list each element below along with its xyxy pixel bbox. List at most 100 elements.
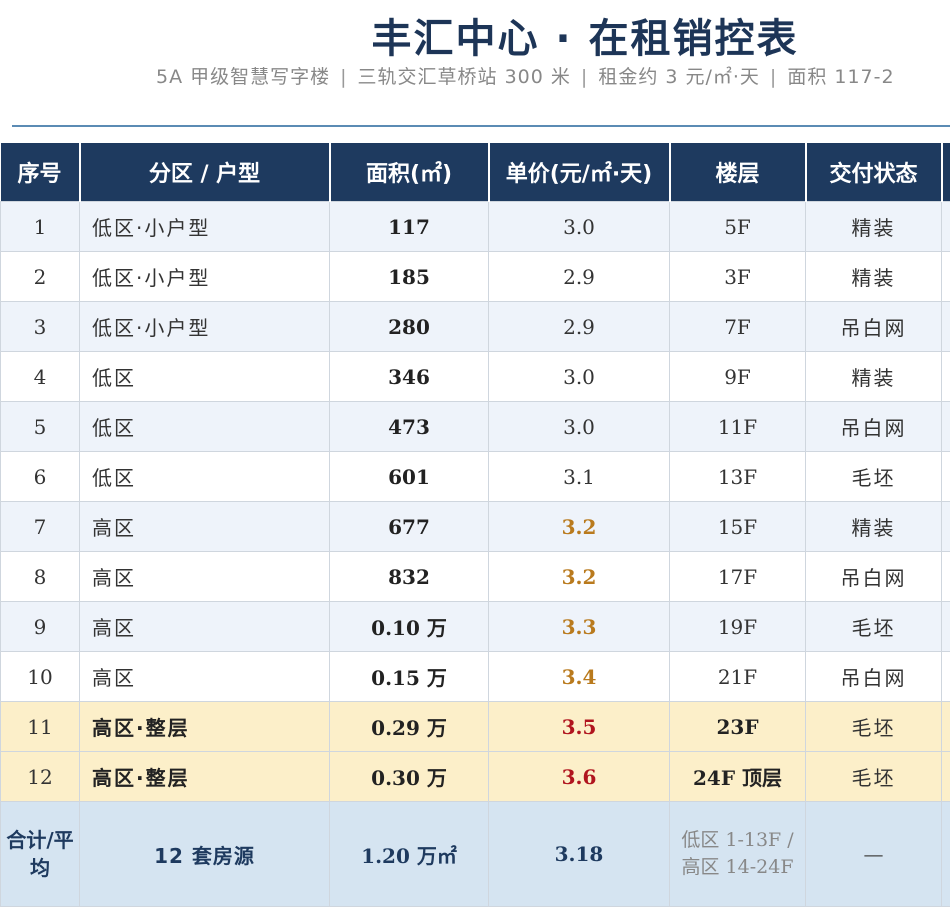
cell-price: 3.6: [488, 751, 670, 802]
table-row[interactable]: 9 高区 0.10 万 3.3 19F 毛坯: [0, 601, 950, 652]
cell-no: 4: [0, 351, 80, 402]
cell-no: 12: [0, 751, 80, 802]
cell-area: 346: [329, 351, 489, 402]
cell-floor: 11F: [669, 401, 806, 452]
cell-price: 3.0: [488, 201, 670, 252]
cell-zone: 低区: [79, 401, 330, 452]
cell-status: 吊白网: [805, 651, 942, 702]
cell-extra: [941, 451, 950, 502]
cell-status: 吊白网: [805, 401, 942, 452]
cell-extra: [941, 351, 950, 402]
cell-zone: 高区: [79, 651, 330, 702]
cell-zone: 高区: [79, 551, 330, 602]
cell-price: 3.2: [488, 501, 670, 552]
subtitle-rent: 租金约 3 元/㎡·天: [598, 66, 760, 88]
cell-extra: [941, 801, 950, 907]
col-header-area[interactable]: 面积(㎡): [329, 143, 490, 202]
cell-status: 吊白网: [805, 551, 942, 602]
subtitle-separator: |: [769, 66, 778, 88]
cell-price: 3.3: [488, 601, 670, 652]
cell-price: 3.1: [488, 451, 670, 502]
cell-area: 473: [329, 401, 489, 452]
table-row[interactable]: 8 高区 832 3.2 17F 吊白网: [0, 551, 950, 602]
cell-price: 2.9: [488, 251, 670, 302]
cell-status: 毛坯: [805, 451, 942, 502]
cell-area: 832: [329, 551, 489, 602]
page-subtitle: 5A 甲级智慧写字楼 | 三轨交汇草桥站 300 米 | 租金约 3 元/㎡·天 | 面积 …: [156, 62, 895, 89]
cell-area: 0.10 万: [329, 601, 489, 652]
cell-status: 毛坯: [805, 601, 942, 652]
col-header-price[interactable]: 单价(元/㎡·天): [488, 143, 671, 202]
listing-table: 序号 分区 / 户型 面积(㎡) 单价(元/㎡·天) 楼层 交付状态 1 低区·…: [0, 143, 950, 907]
cell-extra: [941, 651, 950, 702]
cell-extra: [941, 201, 950, 252]
cell-no: 5: [0, 401, 80, 452]
subtitle-area-range: 面积 117-2: [787, 66, 895, 88]
cell-status: 吊白网: [805, 301, 942, 352]
table-row[interactable]: 2 低区·小户型 185 2.9 3F 精装: [0, 251, 950, 302]
cell-floor: 5F: [669, 201, 806, 252]
cell-area: 280: [329, 301, 489, 352]
cell-zone: 高区: [79, 601, 330, 652]
cell-status: 精装: [805, 201, 942, 252]
table-row[interactable]: 7 高区 677 3.2 15F 精装: [0, 501, 950, 552]
cell-floor: 17F: [669, 551, 806, 602]
col-header-zone[interactable]: 分区 / 户型: [79, 143, 331, 202]
cell-floor: 3F: [669, 251, 806, 302]
cell-zone: 低区·小户型: [79, 301, 330, 352]
cell-status: 毛坯: [805, 701, 942, 752]
col-header-status[interactable]: 交付状态: [805, 143, 943, 202]
cell-area: 601: [329, 451, 489, 502]
cell-floor: 21F: [669, 651, 806, 702]
table-row-highlight[interactable]: 12 高区·整层 0.30 万 3.6 24F 顶层 毛坯: [0, 751, 950, 802]
col-header-no[interactable]: 序号: [0, 143, 81, 202]
col-header-extra: [941, 143, 950, 202]
cell-floor: 19F: [669, 601, 806, 652]
cell-area: 0.30 万: [329, 751, 489, 802]
cell-zone: 高区·整层: [79, 751, 330, 802]
cell-zone: 高区·整层: [79, 701, 330, 752]
total-area: 1.20 万㎡: [329, 801, 489, 907]
cell-extra: [941, 701, 950, 752]
cell-extra: [941, 501, 950, 552]
table-row-highlight[interactable]: 11 高区·整层 0.29 万 3.5 23F 毛坯: [0, 701, 950, 752]
cell-floor: 24F 顶层: [669, 751, 806, 802]
header-divider: [12, 125, 950, 127]
table-row[interactable]: 1 低区·小户型 117 3.0 5F 精装: [0, 201, 950, 252]
cell-no: 1: [0, 201, 80, 252]
cell-floor: 7F: [669, 301, 806, 352]
table-row[interactable]: 6 低区 601 3.1 13F 毛坯: [0, 451, 950, 502]
cell-extra: [941, 751, 950, 802]
table-row[interactable]: 4 低区 346 3.0 9F 精装: [0, 351, 950, 402]
cell-zone: 低区·小户型: [79, 201, 330, 252]
table-row[interactable]: 3 低区·小户型 280 2.9 7F 吊白网: [0, 301, 950, 352]
cell-status: 毛坯: [805, 751, 942, 802]
cell-price: 3.0: [488, 401, 670, 452]
cell-extra: [941, 601, 950, 652]
cell-price: 3.2: [488, 551, 670, 602]
col-header-floor[interactable]: 楼层: [669, 143, 807, 202]
cell-extra: [941, 301, 950, 352]
cell-no: 7: [0, 501, 80, 552]
cell-no: 2: [0, 251, 80, 302]
cell-zone: 低区: [79, 351, 330, 402]
cell-area: 185: [329, 251, 489, 302]
cell-zone: 低区·小户型: [79, 251, 330, 302]
cell-no: 6: [0, 451, 80, 502]
subtitle-separator: |: [340, 66, 348, 88]
page-title: 丰汇中心 · 在租销控表: [371, 16, 799, 62]
table-row[interactable]: 10 高区 0.15 万 3.4 21F 吊白网: [0, 651, 950, 702]
subtitle-transit: 三轨交汇草桥站 300 米: [357, 66, 571, 88]
cell-area: 0.29 万: [329, 701, 489, 752]
table-row[interactable]: 5 低区 473 3.0 11F 吊白网: [0, 401, 950, 452]
total-floor-range: 低区 1-13F / 高区 14-24F: [669, 801, 806, 907]
cell-zone: 高区: [79, 501, 330, 552]
cell-status: 精装: [805, 351, 942, 402]
total-status: —: [805, 801, 942, 907]
cell-area: 0.15 万: [329, 651, 489, 702]
table-total-row: 合计/平均 12 套房源 1.20 万㎡ 3.18 低区 1-13F / 高区 …: [0, 801, 950, 907]
total-label: 合计/平均: [0, 801, 80, 907]
cell-price: 3.5: [488, 701, 670, 752]
cell-extra: [941, 551, 950, 602]
subtitle-separator: |: [580, 66, 589, 88]
